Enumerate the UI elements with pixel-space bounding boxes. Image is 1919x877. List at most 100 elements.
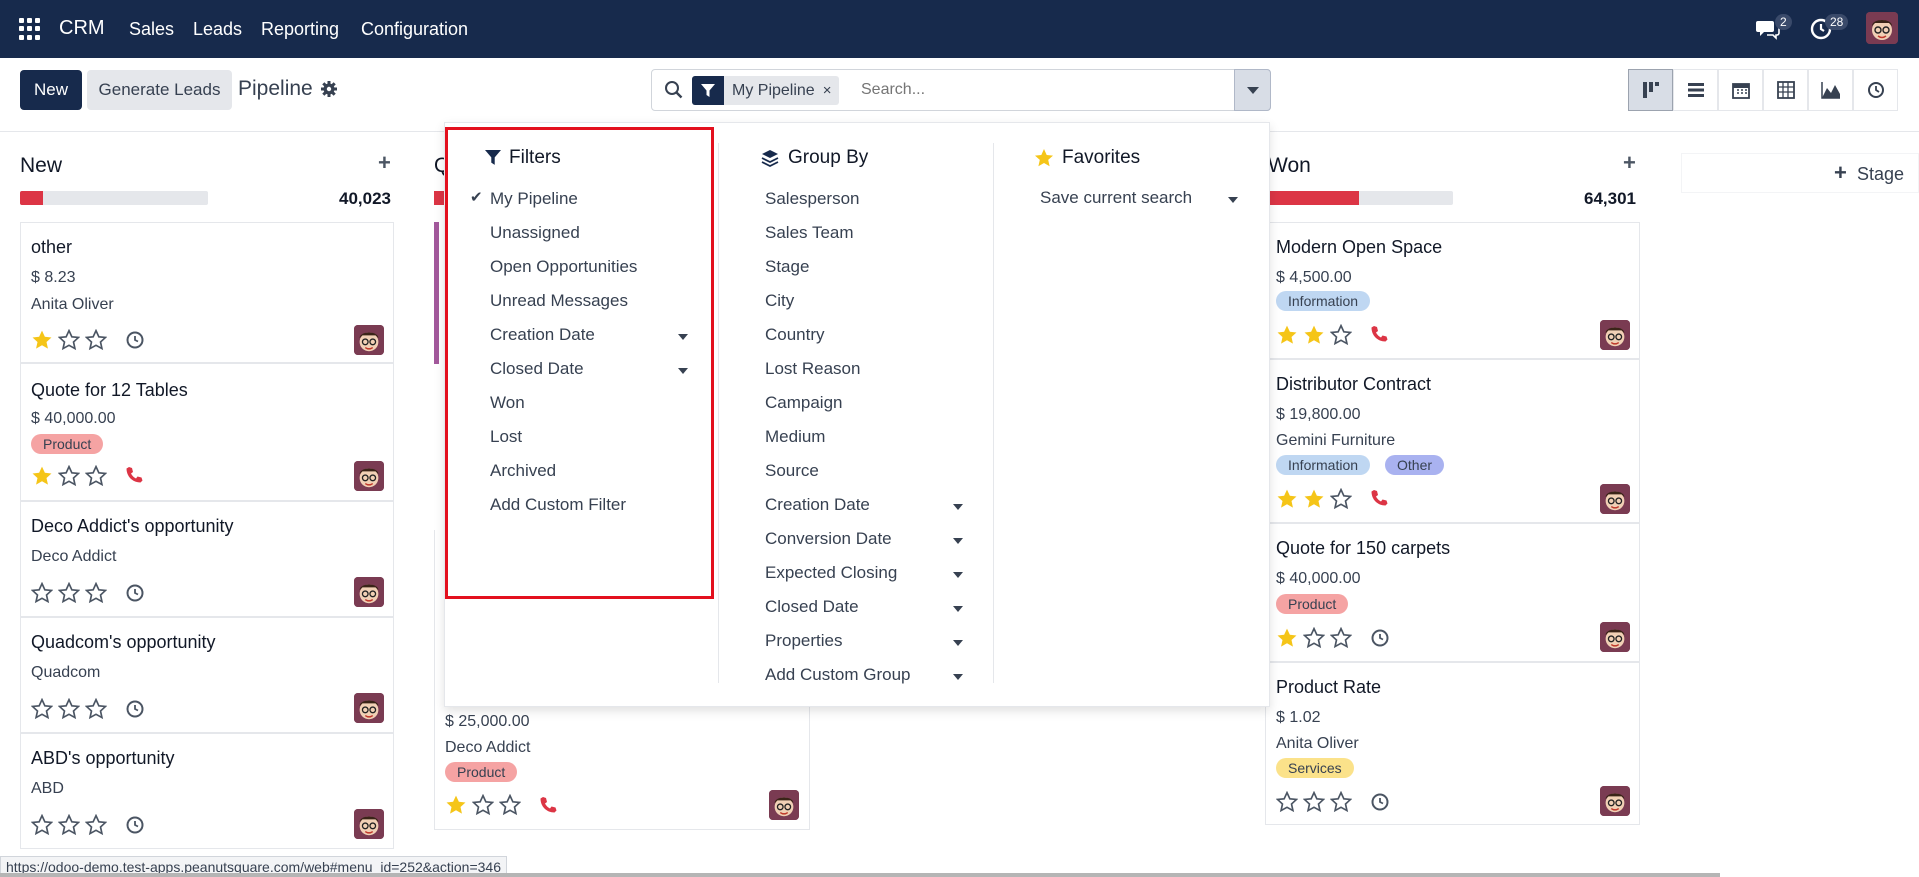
facet-remove-icon[interactable]: × [823, 76, 840, 105]
groupby-option[interactable]: Creation Date [765, 495, 870, 515]
chevron-down-icon[interactable] [953, 538, 963, 544]
phone-icon[interactable] [538, 795, 558, 815]
phone-icon[interactable] [1369, 488, 1389, 508]
star-empty-icon[interactable] [499, 794, 521, 816]
kanban-view-button[interactable] [1628, 69, 1673, 111]
star-filled-icon[interactable] [445, 794, 467, 816]
groupby-option[interactable]: City [765, 291, 794, 311]
star-empty-icon[interactable] [85, 814, 107, 836]
groupby-option[interactable]: Expected Closing [765, 563, 897, 583]
add-stage-button[interactable]: + Stage [1681, 153, 1919, 193]
groupby-option[interactable]: Campaign [765, 393, 843, 413]
star-empty-icon[interactable] [85, 329, 107, 351]
chevron-down-icon[interactable] [1228, 197, 1238, 203]
graph-view-button[interactable] [1808, 69, 1853, 111]
activity-clock-icon[interactable] [1370, 628, 1390, 648]
chevron-down-icon[interactable] [953, 504, 963, 510]
kanban-card[interactable]: Quadcom's opportunity Quadcom [20, 617, 394, 733]
star-empty-icon[interactable] [31, 814, 53, 836]
priority-stars[interactable] [31, 814, 107, 836]
menu-reporting[interactable]: Reporting [261, 19, 339, 40]
groupby-option[interactable]: Lost Reason [765, 359, 860, 379]
search-options-toggle[interactable] [1234, 69, 1271, 111]
search-icon[interactable] [664, 80, 684, 100]
star-empty-icon[interactable] [58, 582, 80, 604]
groupby-option[interactable]: Medium [765, 427, 825, 447]
groupby-option[interactable]: Closed Date [765, 597, 859, 617]
column-progress-bar[interactable] [434, 191, 444, 205]
star-empty-icon[interactable] [58, 698, 80, 720]
star-empty-icon[interactable] [1330, 488, 1352, 510]
star-filled-icon[interactable] [1303, 488, 1325, 510]
gear-icon[interactable] [320, 80, 338, 98]
groupby-option[interactable]: Sales Team [765, 223, 854, 243]
menu-leads[interactable]: Leads [193, 19, 242, 40]
my-pipeline-facet[interactable]: My Pipeline × [692, 76, 840, 105]
kanban-card[interactable]: other $ 8.23 Anita Oliver [20, 222, 394, 363]
star-empty-icon[interactable] [1303, 791, 1325, 813]
star-empty-icon[interactable] [85, 465, 107, 487]
priority-stars[interactable] [31, 329, 107, 351]
kanban-card[interactable]: Product Rate $ 1.02 Anita Oliver Service… [1265, 662, 1640, 825]
activity-view-button[interactable] [1853, 69, 1898, 111]
star-empty-icon[interactable] [58, 814, 80, 836]
star-empty-icon[interactable] [85, 698, 107, 720]
star-empty-icon[interactable] [1330, 324, 1352, 346]
star-empty-icon[interactable] [472, 794, 494, 816]
star-empty-icon[interactable] [1303, 627, 1325, 649]
activity-clock-icon[interactable] [125, 330, 145, 350]
priority-stars[interactable] [1276, 488, 1352, 510]
column-progress-bar[interactable] [1268, 191, 1453, 205]
star-filled-icon[interactable] [31, 465, 53, 487]
groupby-option[interactable]: Source [765, 461, 819, 481]
search-bar[interactable]: My Pipeline × [651, 69, 1271, 111]
generate-leads-button[interactable]: Generate Leads [87, 70, 232, 110]
star-empty-icon[interactable] [58, 465, 80, 487]
new-button[interactable]: New [20, 70, 82, 110]
star-filled-icon[interactable] [31, 329, 53, 351]
priority-stars[interactable] [1276, 791, 1352, 813]
groupby-option[interactable]: Conversion Date [765, 529, 892, 549]
priority-stars[interactable] [445, 794, 521, 816]
priority-stars[interactable] [31, 465, 107, 487]
pivot-view-button[interactable] [1763, 69, 1808, 111]
column-quick-add-icon[interactable]: + [378, 150, 391, 176]
star-filled-icon[interactable] [1276, 488, 1298, 510]
activity-clock-icon[interactable] [1370, 792, 1390, 812]
groupby-option[interactable]: Add Custom Group [765, 665, 911, 685]
priority-stars[interactable] [31, 698, 107, 720]
groupby-option[interactable]: Salesperson [765, 189, 860, 209]
kanban-card[interactable]: Distributor Contract $ 19,800.00 Gemini … [1265, 359, 1640, 523]
star-empty-icon[interactable] [31, 698, 53, 720]
column-progress-bar[interactable] [20, 191, 208, 205]
star-empty-icon[interactable] [1330, 627, 1352, 649]
groupby-option[interactable]: Properties [765, 631, 842, 651]
app-menu-icon[interactable] [19, 18, 41, 40]
priority-stars[interactable] [1276, 324, 1352, 346]
star-empty-icon[interactable] [1330, 791, 1352, 813]
activity-clock-icon[interactable] [125, 815, 145, 835]
chevron-down-icon[interactable] [953, 674, 963, 680]
menu-configuration[interactable]: Configuration [361, 19, 468, 40]
app-name[interactable]: CRM [59, 17, 105, 40]
kanban-card[interactable]: Deco Addict's opportunity Deco Addict [20, 501, 394, 617]
groupby-option[interactable]: Stage [765, 257, 809, 277]
star-empty-icon[interactable] [85, 582, 107, 604]
list-view-button[interactable] [1673, 69, 1718, 111]
phone-icon[interactable] [1369, 324, 1389, 344]
activity-clock-icon[interactable] [125, 583, 145, 603]
star-empty-icon[interactable] [58, 329, 80, 351]
column-quick-add-icon[interactable]: + [1623, 150, 1636, 176]
priority-stars[interactable] [31, 582, 107, 604]
kanban-card[interactable]: Quote for 12 Tables $ 40,000.00 Product [20, 363, 394, 501]
search-input[interactable] [861, 81, 1231, 99]
star-filled-icon[interactable] [1276, 324, 1298, 346]
horizontal-scrollbar[interactable] [0, 873, 1720, 877]
groupby-option[interactable]: Country [765, 325, 825, 345]
kanban-card[interactable]: Quote for 150 carpets $ 40,000.00 Produc… [1265, 523, 1640, 662]
save-current-search[interactable]: Save current search [1040, 188, 1192, 208]
star-filled-icon[interactable] [1303, 324, 1325, 346]
chevron-down-icon[interactable] [953, 606, 963, 612]
priority-stars[interactable] [1276, 627, 1352, 649]
chevron-down-icon[interactable] [953, 572, 963, 578]
